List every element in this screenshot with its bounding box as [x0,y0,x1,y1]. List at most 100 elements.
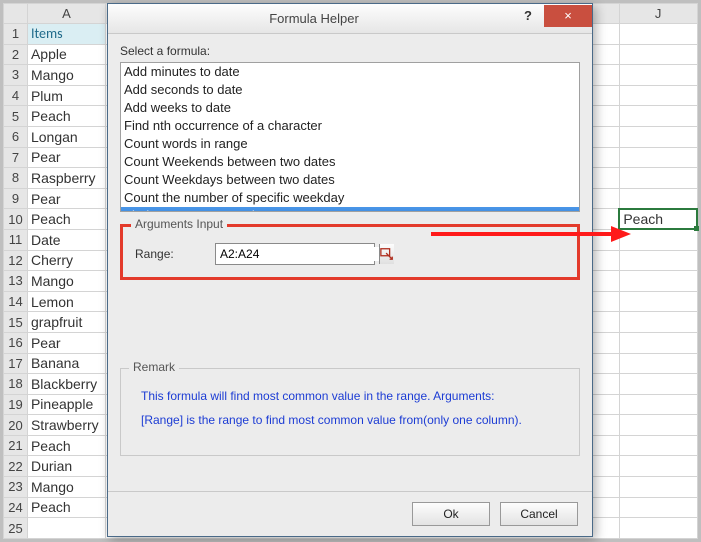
formula-option[interactable]: Count words in range [121,135,579,153]
formula-option[interactable]: Find most common value [121,207,579,212]
row-header[interactable]: 1 [4,24,28,45]
cell-A16[interactable]: Pear [27,332,105,353]
dialog-titlebar[interactable]: Formula Helper ? × [108,4,592,34]
cell-A21[interactable]: Peach [27,435,105,456]
cell-J4[interactable] [619,85,697,106]
cell-A1[interactable]: Items [27,24,105,45]
row-header[interactable]: 23 [4,477,28,498]
cell-A17[interactable]: Banana [27,353,105,374]
cell-A9[interactable]: Pear [27,188,105,209]
cell-A13[interactable]: Mango [27,271,105,292]
cell-A20[interactable]: Strawberry [27,415,105,436]
row-header[interactable]: 9 [4,188,28,209]
remark-fieldset: Remark This formula will find most commo… [120,368,580,456]
cell-A18[interactable]: Blackberry [27,374,105,395]
dialog-footer: Ok Cancel [108,491,592,536]
formula-option[interactable]: Add minutes to date [121,63,579,81]
row-header[interactable]: 10 [4,209,28,230]
row-header[interactable]: 2 [4,44,28,65]
cell-A22[interactable]: Durian [27,456,105,477]
row-header[interactable]: 17 [4,353,28,374]
cell-J2[interactable] [619,44,697,65]
cell-J14[interactable] [619,291,697,312]
cell-J6[interactable] [619,126,697,147]
cell-J11[interactable] [619,229,697,250]
cell-J23[interactable] [619,477,697,498]
cell-A23[interactable]: Mango [27,477,105,498]
cell-J24[interactable] [619,497,697,518]
formula-option[interactable]: Count Weekdays between two dates [121,171,579,189]
formula-listbox[interactable]: Add minutes to dateAdd seconds to dateAd… [120,62,580,212]
row-header[interactable]: 4 [4,85,28,106]
row-header[interactable]: 21 [4,435,28,456]
cancel-button[interactable]: Cancel [500,502,578,526]
cell-J7[interactable] [619,147,697,168]
formula-option[interactable]: Count Weekends between two dates [121,153,579,171]
row-header[interactable]: 22 [4,456,28,477]
cell-J22[interactable] [619,456,697,477]
cell-A8[interactable]: Raspberry [27,168,105,189]
row-header[interactable]: 15 [4,312,28,333]
row-header[interactable]: 7 [4,147,28,168]
corner-cell[interactable] [4,4,28,24]
cell-A4[interactable]: Plum [27,85,105,106]
cell-A3[interactable]: Mango [27,65,105,86]
cell-J3[interactable] [619,65,697,86]
cell-A12[interactable]: Cherry [27,250,105,271]
cell-J20[interactable] [619,415,697,436]
row-header[interactable]: 14 [4,291,28,312]
cell-J5[interactable] [619,106,697,127]
cell-J19[interactable] [619,394,697,415]
cell-A6[interactable]: Longan [27,126,105,147]
range-picker-button[interactable] [379,244,394,264]
cell-A15[interactable]: grapfruit [27,312,105,333]
cell-A14[interactable]: Lemon [27,291,105,312]
formula-option[interactable]: Count the number of specific weekday [121,189,579,207]
cell-J1[interactable] [619,24,697,45]
row-header[interactable]: 18 [4,374,28,395]
cell-J13[interactable] [619,271,697,292]
range-picker-icon [380,247,394,261]
cell-J16[interactable] [619,332,697,353]
cell-A24[interactable]: Peach [27,497,105,518]
select-formula-label: Select a formula: [120,44,580,58]
row-header[interactable]: 5 [4,106,28,127]
cell-J15[interactable] [619,312,697,333]
row-header[interactable]: 19 [4,394,28,415]
dialog-title: Formula Helper [116,11,512,26]
help-button[interactable]: ? [512,5,544,27]
cell-J9[interactable] [619,188,697,209]
cell-A19[interactable]: Pineapple [27,394,105,415]
row-header[interactable]: 8 [4,168,28,189]
cell-A25[interactable] [27,518,105,539]
row-header[interactable]: 3 [4,65,28,86]
row-header[interactable]: 20 [4,415,28,436]
range-input[interactable] [216,247,379,261]
row-header[interactable]: 13 [4,271,28,292]
col-header-J[interactable]: J [619,4,697,24]
formula-option[interactable]: Add weeks to date [121,99,579,117]
close-button[interactable]: × [544,5,592,27]
row-header[interactable]: 11 [4,229,28,250]
formula-option[interactable]: Find nth occurrence of a character [121,117,579,135]
ok-button[interactable]: Ok [412,502,490,526]
row-header[interactable]: 24 [4,497,28,518]
cell-A10[interactable]: Peach [27,209,105,230]
cell-A11[interactable]: Date [27,229,105,250]
cell-J18[interactable] [619,374,697,395]
cell-J21[interactable] [619,435,697,456]
cell-J25[interactable] [619,518,697,539]
cell-J10[interactable]: Peach [619,209,697,230]
row-header[interactable]: 25 [4,518,28,539]
cell-A7[interactable]: Pear [27,147,105,168]
row-header[interactable]: 16 [4,332,28,353]
row-header[interactable]: 6 [4,126,28,147]
cell-J17[interactable] [619,353,697,374]
cell-A5[interactable]: Peach [27,106,105,127]
col-header-A[interactable]: A [27,4,105,24]
formula-option[interactable]: Add seconds to date [121,81,579,99]
cell-J8[interactable] [619,168,697,189]
cell-J12[interactable] [619,250,697,271]
cell-A2[interactable]: Apple [27,44,105,65]
row-header[interactable]: 12 [4,250,28,271]
